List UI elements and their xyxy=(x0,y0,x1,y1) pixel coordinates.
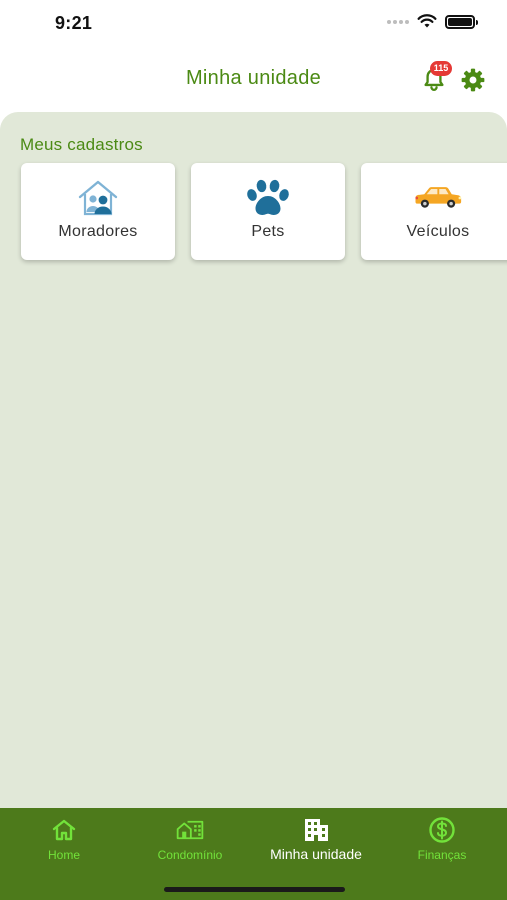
nav-label: Condomínio xyxy=(157,848,223,862)
bottom-nav: Home Condomínio Minha unidade Finanças xyxy=(0,808,507,900)
status-bar: 9:21 xyxy=(0,0,507,50)
notification-badge: 115 xyxy=(430,61,452,76)
card-label: Veículos xyxy=(406,223,470,240)
condo-building-icon xyxy=(176,816,204,844)
section-title: Meus cadastros xyxy=(20,135,143,154)
home-icon xyxy=(50,816,78,844)
gear-icon[interactable] xyxy=(460,67,486,93)
wifi-icon xyxy=(417,14,437,28)
nav-label: Minha unidade xyxy=(270,846,362,862)
battery-icon xyxy=(445,14,478,29)
card-label: Pets xyxy=(251,223,285,240)
nav-label: Finanças xyxy=(417,848,467,862)
dollar-circle-icon xyxy=(428,816,456,844)
card-moradores[interactable]: Moradores xyxy=(21,163,175,260)
nav-item-home[interactable]: Home xyxy=(1,816,127,862)
status-time: 9:21 xyxy=(55,13,93,33)
card-pets[interactable]: Pets xyxy=(191,163,345,260)
paw-icon xyxy=(243,178,293,218)
nav-item-financas[interactable]: Finanças xyxy=(379,816,505,862)
app-header: Minha unidade 115 xyxy=(0,50,507,112)
apartment-icon xyxy=(302,816,330,844)
main-panel: Meus cadastros Moradores Pets Veículos xyxy=(0,112,507,812)
status-icons xyxy=(387,14,478,29)
cellular-signal-icon xyxy=(387,19,409,24)
card-veiculos[interactable]: Veículos xyxy=(361,163,507,260)
nav-label: Home xyxy=(47,848,80,862)
card-label: Moradores xyxy=(58,223,138,240)
home-indicator[interactable] xyxy=(164,887,345,892)
nav-item-condominio[interactable]: Condomínio xyxy=(127,816,253,862)
nav-item-minha-unidade[interactable]: Minha unidade xyxy=(253,816,379,862)
residents-house-icon xyxy=(73,178,123,218)
car-icon xyxy=(413,178,463,218)
